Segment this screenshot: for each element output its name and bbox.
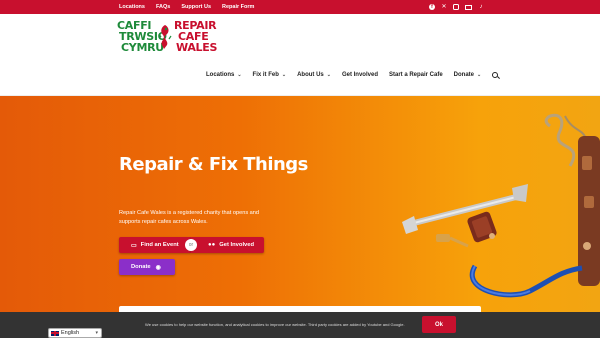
top-link-locations[interactable]: Locations [119,4,145,10]
tiktok-icon[interactable]: ♪ [478,4,484,10]
top-link-repair-form[interactable]: Repair Form [222,4,254,10]
cookie-message: We use cookies to help our website funct… [145,322,405,327]
find-event-button[interactable]: ▭ Find an Event [119,237,191,253]
nav-item-start-repair-cafe[interactable]: Start a Repair Cafe [389,72,443,78]
language-label: English [61,330,80,336]
search-icon [492,72,499,78]
users-icon: ●● [208,242,216,248]
language-selector[interactable]: English ▾ [48,328,102,338]
hero-button-group: ▭ Find an Event ●● Get Involved or [119,237,264,253]
social-links: f ✕ ♪ [429,0,484,14]
get-involved-label: Get Involved [219,242,255,248]
email-icon[interactable] [465,4,472,10]
hero-title: Repair & Fix Things [119,154,308,175]
top-link-faqs[interactable]: FAQs [156,4,170,10]
facebook-icon[interactable]: f [429,4,435,10]
get-involved-button[interactable]: ●● Get Involved [191,237,264,253]
nav-item-fix-it-feb[interactable]: Fix it Feb ⌄ [253,72,287,78]
nav-label: Locations [206,72,235,78]
logo-text-wales: WALES [176,41,218,54]
nav-label: Fix it Feb [252,72,279,78]
donate-button[interactable]: Donate ◉ [119,259,175,275]
chevron-down-icon: ▾ [95,330,98,336]
cookie-ok-button[interactable]: Ok [422,316,456,333]
find-event-label: Find an Event [140,242,179,248]
top-link-support-us[interactable]: Support Us [181,4,211,10]
x-icon[interactable]: ✕ [441,4,447,10]
calendar-icon: ▭ [131,242,137,249]
nav-label: Start a Repair Cafe [388,72,443,78]
dragon-icon [158,25,172,49]
or-divider: or [185,239,197,251]
nav-item-locations[interactable]: Locations ⌄ [206,72,242,78]
top-nav: Locations FAQs Support Us Repair Form [119,0,254,14]
chevron-down-icon: ⌄ [326,72,331,78]
site-header: CAFFI TRWSIO CYMRU REPAIR CAFE WALES Loc… [0,14,600,96]
robot-illustration [402,113,600,298]
nav-label: Donate [453,72,475,78]
nav-item-get-involved[interactable]: Get Involved [342,72,378,78]
nav-label: Get Involved [341,72,378,78]
chevron-down-icon: ⌄ [281,72,287,78]
donate-icon: ◉ [155,264,161,271]
uk-flag-icon [51,330,59,336]
chevron-down-icon: ⌄ [477,72,482,78]
nav-label: About Us [297,72,324,78]
donate-label: Donate [131,264,151,270]
nav-item-donate[interactable]: Donate ⌄ [454,72,482,78]
main-nav: Locations ⌄ Fix it Feb ⌄ About Us ⌄ Get … [206,69,499,81]
hero-description: Repair Cafe Wales is a registered charit… [119,210,260,225]
hero-section: Repair & Fix Things Repair Cafe Wales is… [0,96,600,338]
site-logo[interactable]: CAFFI TRWSIO CYMRU REPAIR CAFE WALES [117,20,218,56]
nav-item-about-us[interactable]: About Us ⌄ [297,72,331,78]
instagram-icon[interactable] [453,4,459,10]
search-button[interactable] [492,72,499,78]
chevron-down-icon: ⌄ [237,72,242,78]
top-bar: Locations FAQs Support Us Repair Form f … [0,0,600,14]
